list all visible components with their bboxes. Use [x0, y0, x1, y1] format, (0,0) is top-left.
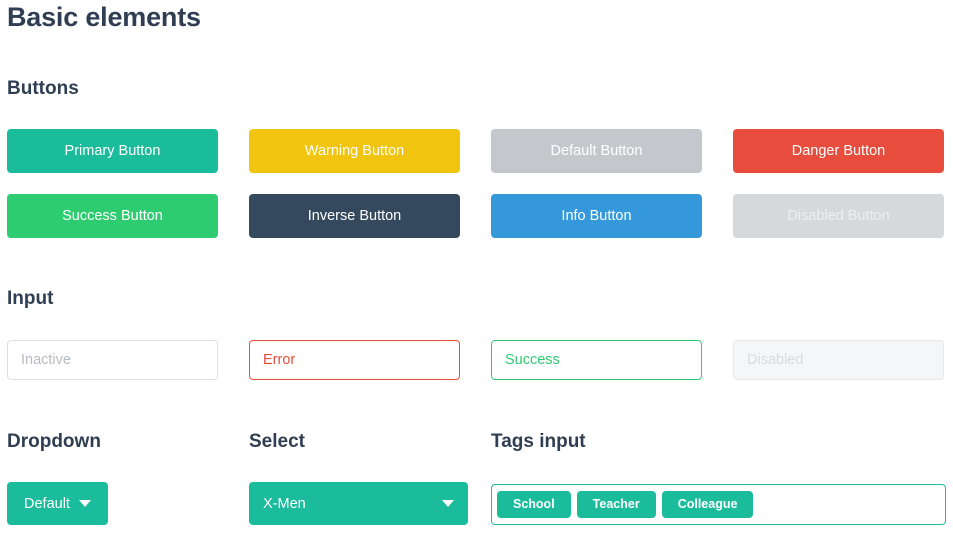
section-title-tags-input: Tags input [491, 431, 586, 452]
success-input[interactable] [491, 340, 702, 380]
basic-elements-page: Basic elements Buttons Primary Button Wa… [0, 0, 953, 534]
disabled-input [733, 340, 944, 380]
inverse-button-label: Inverse Button [307, 208, 402, 224]
default-button-label: Default Button [550, 143, 643, 159]
inverse-button[interactable]: Inverse Button [249, 194, 460, 238]
tag-item[interactable]: Colleague [661, 491, 754, 518]
info-button-label: Info Button [561, 208, 632, 224]
chevron-down-icon [442, 500, 454, 507]
primary-button[interactable]: Primary Button [7, 129, 218, 173]
warning-button-label: Warning Button [304, 143, 405, 159]
disabled-button-label: Disabled Button [787, 208, 890, 224]
select-dropdown[interactable]: X-Men [249, 482, 468, 525]
info-button[interactable]: Info Button [491, 194, 702, 238]
success-button-label: Success Button [62, 208, 163, 224]
danger-button-label: Danger Button [791, 143, 886, 159]
tag-item[interactable]: School [497, 491, 571, 518]
section-title-buttons: Buttons [7, 78, 79, 99]
success-button[interactable]: Success Button [7, 194, 218, 238]
chevron-down-icon [78, 500, 91, 507]
section-title-input: Input [7, 288, 54, 309]
default-button[interactable]: Default Button [491, 129, 702, 173]
tag-item[interactable]: Teacher [576, 491, 656, 518]
primary-button-label: Primary Button [64, 143, 161, 159]
dropdown-toggle-button[interactable]: Default [7, 482, 108, 525]
tags-input-container[interactable]: School Teacher Colleague [491, 484, 946, 525]
page-title: Basic elements [7, 2, 201, 32]
section-title-dropdown: Dropdown [7, 431, 101, 452]
section-title-select: Select [249, 431, 305, 452]
inactive-input[interactable] [7, 340, 218, 380]
disabled-button: Disabled Button [733, 194, 944, 238]
tags-text-input[interactable] [759, 485, 940, 524]
dropdown-selected-label: Default [24, 495, 70, 512]
select-selected-label: X-Men [263, 495, 306, 512]
warning-button[interactable]: Warning Button [249, 129, 460, 173]
error-input[interactable] [249, 340, 460, 380]
danger-button[interactable]: Danger Button [733, 129, 944, 173]
